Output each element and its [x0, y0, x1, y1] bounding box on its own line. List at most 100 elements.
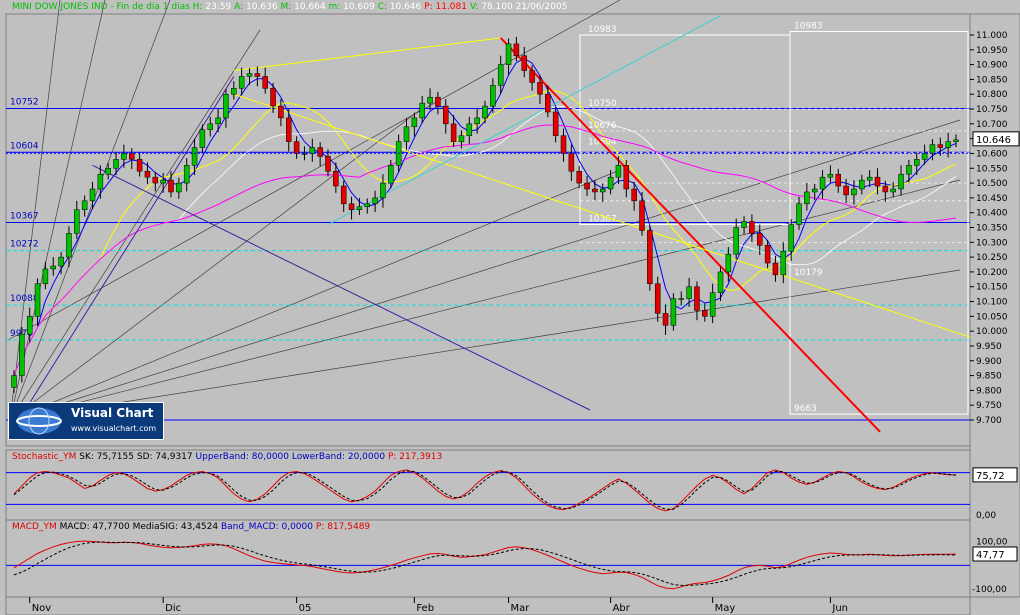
price-tick-label: 10.400	[976, 209, 1008, 219]
lowerband-value: 20,0000	[347, 452, 386, 462]
candle-body	[435, 96, 441, 107]
price-tick-label: 10.800	[976, 90, 1008, 100]
level-label: 10272	[10, 240, 39, 250]
candle-body	[592, 188, 598, 193]
m-label: M:	[280, 2, 292, 12]
candle-body	[19, 333, 25, 376]
visualchart-logo[interactable]: Visual Chart www.visualchart.com	[8, 402, 164, 440]
macd-label: MACD:	[59, 522, 90, 532]
c-label: C:	[377, 2, 387, 12]
bandmacd-value: 0,0000	[281, 522, 313, 532]
candle-body	[246, 73, 253, 77]
a-label: A:	[234, 2, 244, 12]
candle-body	[403, 126, 410, 142]
macd-tick-label: 100,00	[976, 538, 1008, 548]
price-tick-label: 10.550	[976, 164, 1008, 174]
candle-body	[764, 245, 771, 264]
candle-body	[505, 43, 512, 65]
logo-title: Visual Chart	[71, 406, 154, 420]
candle-body	[309, 147, 316, 154]
candle-body	[552, 111, 559, 136]
candle-body	[749, 221, 755, 234]
candle-body	[411, 117, 418, 128]
candle-body	[474, 117, 480, 125]
candle-body	[537, 82, 543, 95]
candle-body	[788, 224, 794, 252]
price-tick-label: 9.750	[976, 401, 1002, 411]
candle-body	[811, 188, 818, 193]
candle-body	[670, 298, 677, 326]
candle-body	[568, 153, 575, 172]
candle-body	[882, 185, 889, 193]
candle-body	[921, 153, 928, 160]
candle-body	[890, 188, 896, 193]
candle-body	[914, 159, 920, 166]
price-tick-label: 9.950	[976, 342, 1002, 352]
stoch-p-label: P:	[387, 452, 397, 462]
candle-body	[521, 55, 527, 71]
last-price-label: 10.646	[976, 135, 1011, 146]
candle-body	[654, 283, 661, 314]
candle-body	[804, 191, 810, 205]
candle-body	[254, 73, 261, 77]
stochastic-header: Stochastic_YM SK: 75,7155 SD: 74,9317 Up…	[12, 452, 442, 462]
trendline-purple	[18, 76, 235, 421]
candle-body	[199, 129, 206, 148]
level-label: 10088	[10, 294, 39, 304]
candle-body	[898, 173, 904, 190]
candle-body	[780, 250, 787, 276]
candle-body	[105, 168, 111, 175]
candle-body	[929, 144, 936, 154]
fan-line	[9, 269, 961, 421]
candle-body	[843, 185, 849, 196]
candle-body	[34, 283, 41, 317]
candle-body	[835, 173, 841, 187]
candle-body	[372, 197, 378, 205]
candle-body	[340, 185, 347, 205]
candle-body	[497, 64, 504, 86]
fan-line	[9, 0, 171, 421]
m-value: 10.664	[294, 2, 326, 12]
candle-body	[945, 141, 951, 148]
a-value: 10.636	[246, 2, 278, 12]
fan-line	[9, 29, 261, 421]
c-value: 10.646	[389, 2, 422, 12]
fan-line	[9, 169, 621, 421]
fib-label: 10676	[588, 121, 617, 131]
candle-body	[686, 286, 692, 299]
logo-url: www.visualchart.com	[71, 424, 157, 433]
stochastic-tick-label: 75,72	[976, 471, 1005, 482]
candle-body	[443, 105, 449, 125]
time-axis	[5, 596, 971, 615]
candle-body	[42, 268, 49, 285]
macd-tick-label: 47,77	[976, 550, 1005, 561]
interval-label: Fin de dia 1 dias	[116, 2, 190, 12]
price-header: MINI DOW JONES IND - Fin de dia 1 dias H…	[12, 2, 568, 12]
price-tick-label: 9.700	[976, 416, 1002, 426]
time-tick-label: Nov	[32, 603, 52, 614]
globe-icon	[16, 407, 62, 435]
level-label: 10752	[10, 97, 39, 107]
candle-body	[388, 165, 394, 184]
moving-average-line	[13, 105, 957, 376]
time-tick-label: May	[715, 603, 736, 614]
stoch-p-value: 217,3913	[399, 452, 443, 462]
candle-body	[545, 93, 551, 113]
candle-body	[152, 176, 159, 184]
candle-body	[121, 153, 127, 160]
candle-body	[702, 310, 708, 317]
fan-line	[9, 179, 961, 421]
stochastic-tick-label: 0,00	[976, 511, 996, 521]
candle-body	[694, 286, 700, 311]
price-tick-label: 10.600	[976, 149, 1008, 159]
candle-body	[709, 292, 716, 317]
candle-body	[231, 88, 237, 95]
candle-body	[26, 316, 33, 335]
level-label: 10604	[10, 141, 39, 151]
time-tick-label: Mar	[511, 603, 531, 614]
candle-body	[278, 105, 284, 119]
price-tick-label: 10.500	[976, 179, 1008, 189]
h-label: H:	[192, 2, 203, 12]
candle-body	[380, 182, 386, 199]
candle-body	[859, 179, 865, 190]
